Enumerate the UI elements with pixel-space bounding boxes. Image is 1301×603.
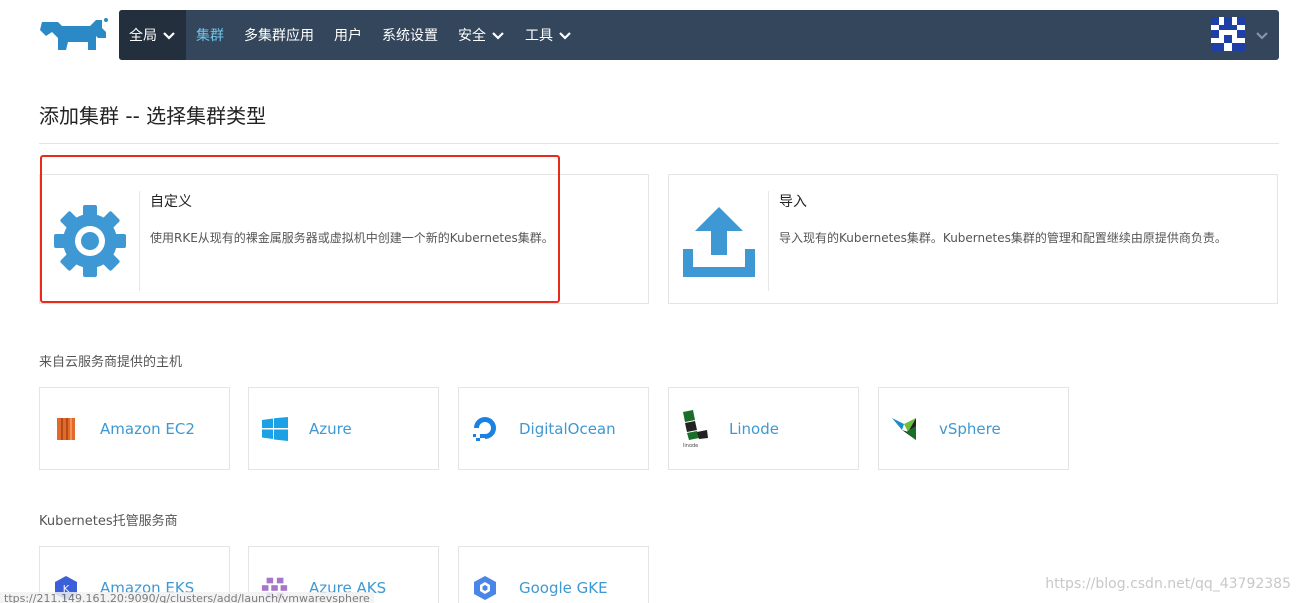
windows-icon (261, 415, 289, 443)
nav-tools-label: 工具 (525, 28, 553, 44)
nav-clusters[interactable]: 集群 (186, 10, 234, 60)
watermark-text: https://blog.csdn.net/qq_43792385 (1045, 576, 1291, 592)
provider-label: Amazon EC2 (100, 419, 195, 438)
chevron-down-icon (492, 32, 504, 40)
k8s-section-label: Kubernetes托管服务商 (39, 514, 178, 529)
page-title: 添加集群 -- 选择集群类型 (39, 104, 267, 128)
nav-global-label: 全局 (129, 28, 157, 44)
provider-label: Google GKE (519, 578, 608, 597)
top-navbar: 全局 集群 多集群应用 用户 系统设置 安全 工具 (119, 10, 1279, 60)
title-divider (39, 143, 1279, 144)
custom-icon-wrap (40, 191, 140, 291)
provider-label: DigitalOcean (519, 419, 616, 438)
import-card-title: 导入 (779, 194, 807, 210)
import-cluster-card[interactable]: 导入 导入现有的Kubernetes集群。Kubernetes集群的管理和配置继… (668, 174, 1278, 304)
digitalocean-icon (471, 415, 499, 443)
linode-icon: linode (681, 409, 709, 448)
nav-security-dropdown[interactable]: 安全 (448, 10, 515, 60)
provider-label: Linode (729, 419, 779, 438)
import-card-description: 导入现有的Kubernetes集群。Kubernetes集群的管理和配置继续由原… (779, 231, 1227, 245)
nav-tools-dropdown[interactable]: 工具 (515, 10, 582, 60)
nav-settings[interactable]: 系统设置 (372, 10, 448, 60)
nav-users[interactable]: 用户 (324, 10, 372, 60)
nav-settings-label: 系统设置 (382, 28, 438, 44)
status-bar-url: ttps://211.149.161.20:9090/g/clusters/ad… (0, 592, 374, 603)
cloud-section-label: 来自云服务商提供的主机 (39, 355, 183, 370)
custom-card-title: 自定义 (150, 194, 192, 210)
provider-digitalocean[interactable]: DigitalOcean (458, 387, 649, 470)
upload-icon (682, 207, 755, 277)
chevron-down-icon (163, 32, 175, 40)
provider-linode[interactable]: linode Linode (668, 387, 859, 470)
chevron-down-icon[interactable] (1255, 28, 1269, 42)
nav-multi-cluster-apps-label: 多集群应用 (244, 28, 314, 44)
import-icon-wrap (669, 191, 769, 291)
nav-security-label: 安全 (458, 28, 486, 44)
user-avatar[interactable] (1211, 17, 1245, 51)
nav-global-dropdown[interactable]: 全局 (119, 10, 186, 60)
chevron-down-icon (559, 32, 571, 40)
gear-icon (53, 205, 126, 277)
custom-cluster-card[interactable]: 自定义 使用RKE从现有的裸金属服务器或虚拟机中创建一个新的Kubernetes… (39, 174, 649, 304)
custom-card-description: 使用RKE从现有的裸金属服务器或虚拟机中创建一个新的Kubernetes集群。 (150, 231, 554, 245)
nav-users-label: 用户 (334, 28, 362, 44)
provider-label: vSphere (939, 419, 1001, 438)
provider-google-gke[interactable]: Google GKE (458, 546, 649, 603)
svg-text:linode: linode (683, 443, 698, 448)
nav-multi-cluster-apps[interactable]: 多集群应用 (234, 10, 324, 60)
provider-label: Azure (309, 419, 352, 438)
gke-icon (471, 574, 499, 602)
nav-clusters-label: 集群 (196, 28, 224, 44)
aws-ec2-icon (52, 415, 80, 443)
provider-azure[interactable]: Azure (248, 387, 439, 470)
rancher-logo-icon[interactable] (38, 16, 110, 54)
vsphere-icon (891, 415, 919, 443)
provider-vsphere[interactable]: vSphere (878, 387, 1069, 470)
provider-amazon-ec2[interactable]: Amazon EC2 (39, 387, 230, 470)
